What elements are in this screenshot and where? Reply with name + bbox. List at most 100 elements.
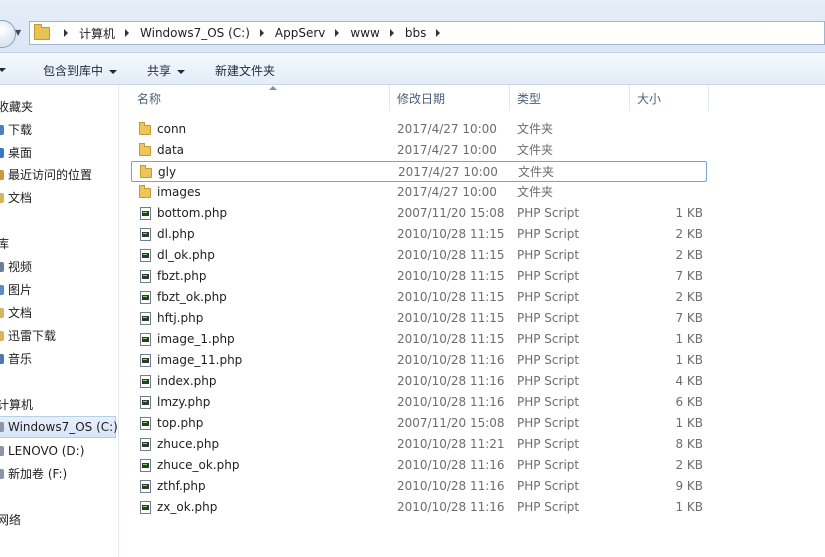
file-row[interactable]: zthf.php 2010/10/28 11:16 PHP Script 9 KB	[131, 476, 707, 497]
share-button[interactable]: 共享	[147, 62, 186, 79]
file-name: hftj.php	[157, 311, 204, 325]
nav-item-label: 最近访问的位置	[8, 168, 93, 182]
file-row[interactable]: data 2017/4/27 10:00 文件夹	[131, 140, 707, 161]
breadcrumb-drive[interactable]: Windows7_OS (C:)	[140, 26, 250, 40]
column-header-type-label: 类型	[517, 92, 542, 106]
back-button[interactable]	[0, 20, 16, 48]
file-type: PHP Script	[517, 395, 580, 409]
file-type: PHP Script	[517, 416, 580, 430]
file-row[interactable]: zhuce_ok.php 2010/10/28 11:16 PHP Script 2 …	[131, 455, 707, 476]
file-date-modified: 2017/4/27 10:00	[397, 185, 497, 199]
php-file-icon	[140, 249, 151, 262]
file-date-modified: 2017/4/27 10:00	[397, 122, 497, 136]
navigation-pane: 收藏夹 下载 桌面 最近访问的位置 文档 库 视频 图片 文档 迅雷下载 音乐 …	[0, 85, 119, 557]
new-folder-button[interactable]: 新建文件夹	[215, 62, 275, 79]
file-row[interactable]: lmzy.php 2010/10/28 11:16 PHP Script 6 KB	[131, 392, 707, 413]
chevron-right-icon[interactable]	[335, 29, 340, 37]
php-file-icon	[140, 396, 151, 409]
chevron-right-icon[interactable]	[259, 29, 264, 37]
file-date-modified: 2010/10/28 11:15	[397, 227, 505, 241]
column-header-name[interactable]: 名称	[131, 85, 390, 111]
file-type: PHP Script	[517, 458, 580, 472]
file-type: 文件夹	[517, 185, 554, 199]
php-file-icon	[140, 333, 151, 346]
organize-dropdown-icon[interactable]	[0, 62, 6, 76]
file-name: fbzt_ok.php	[157, 290, 227, 304]
nav-computer-label: 计算机	[0, 398, 34, 412]
column-header-size[interactable]: 大小	[631, 85, 709, 111]
file-date-modified: 2007/11/20 15:08	[397, 206, 505, 220]
breadcrumb: 计算机 Windows7_OS (C:) AppServ www bbs	[54, 22, 451, 44]
file-row[interactable]: dl.php 2010/10/28 11:15 PHP Script 2 KB	[131, 224, 707, 245]
file-size: 7 KB	[675, 269, 703, 283]
file-row[interactable]: fbzt_ok.php 2010/10/28 11:15 PHP Script 2 K…	[131, 287, 707, 308]
php-file-icon	[140, 354, 151, 367]
folder-icon	[34, 24, 50, 40]
column-header-date-label: 修改日期	[397, 92, 446, 106]
file-row[interactable]: zhuce.php 2010/10/28 11:21 PHP Script 8 KB	[131, 434, 707, 455]
new-folder-label: 新建文件夹	[215, 64, 276, 78]
file-date-modified: 2010/10/28 11:16	[397, 374, 505, 388]
file-row[interactable]: hftj.php 2010/10/28 11:15 PHP Script 7 KB	[131, 308, 707, 329]
chevron-right-icon[interactable]	[125, 29, 130, 37]
file-row[interactable]: images 2017/4/27 10:00 文件夹	[131, 182, 707, 203]
breadcrumb-www[interactable]: www	[350, 26, 379, 40]
file-size: 2 KB	[675, 458, 703, 472]
file-size: 1 KB	[675, 500, 703, 514]
chevron-down-icon	[177, 69, 186, 74]
chevron-right-icon[interactable]	[436, 29, 441, 37]
file-name: data	[157, 143, 185, 157]
file-name: zhuce.php	[157, 437, 220, 451]
file-date-modified: 2010/10/28 11:16	[397, 500, 505, 514]
file-name: dl.php	[157, 227, 195, 241]
file-name: lmzy.php	[157, 395, 211, 409]
column-header-date[interactable]: 修改日期	[391, 85, 510, 111]
breadcrumb-bbs[interactable]: bbs	[405, 26, 427, 40]
file-row[interactable]: gly 2017/4/27 10:00 文件夹	[131, 161, 707, 182]
file-type: PHP Script	[517, 206, 580, 220]
downloads-icon	[0, 125, 4, 135]
php-file-icon	[140, 228, 151, 241]
file-row[interactable]: image_1.php 2010/10/28 11:15 PHP Script 1 K…	[131, 329, 707, 350]
file-row[interactable]: index.php 2010/10/28 11:16 PHP Script 4 KB	[131, 371, 707, 392]
nav-item-label: 桌面	[8, 146, 33, 160]
documents-icon	[0, 308, 4, 318]
php-file-icon	[140, 375, 151, 388]
file-row[interactable]: top.php 2007/11/20 15:08 PHP Script 1 KB	[131, 413, 707, 434]
nav-item-label: 新加卷 (F:)	[8, 467, 68, 481]
videos-icon	[0, 262, 4, 272]
file-row[interactable]: image_11.php 2010/10/28 11:16 PHP Script 1 …	[131, 350, 707, 371]
file-name: images	[157, 185, 201, 199]
folder-icon	[139, 122, 151, 135]
chevron-right-icon[interactable]	[64, 29, 68, 37]
file-date-modified: 2010/10/28 11:16	[397, 353, 505, 367]
file-date-modified: 2010/10/28 11:15	[397, 269, 505, 283]
breadcrumb-computer[interactable]: 计算机	[79, 25, 115, 42]
file-date-modified: 2017/4/27 10:00	[397, 143, 497, 157]
file-type: PHP Script	[517, 500, 580, 514]
address-bar[interactable]: 计算机 Windows7_OS (C:) AppServ www bbs	[29, 21, 825, 45]
file-row[interactable]: bottom.php 2007/11/20 15:08 PHP Script 1 KB	[131, 203, 707, 224]
php-file-icon	[140, 270, 151, 283]
recent-pages-dropdown[interactable]: ▼	[15, 29, 25, 37]
file-size: 2 KB	[675, 227, 703, 241]
file-size: 8 KB	[675, 437, 703, 451]
file-date-modified: 2010/10/28 11:16	[397, 479, 505, 493]
chevron-down-icon	[109, 69, 118, 74]
breadcrumb-appserv[interactable]: AppServ	[275, 26, 325, 40]
folder-icon	[139, 185, 151, 198]
folder-icon	[0, 331, 4, 341]
php-file-icon	[140, 417, 151, 430]
file-type: PHP Script	[517, 353, 580, 367]
file-row[interactable]: fbzt.php 2010/10/28 11:15 PHP Script 7 KB	[131, 266, 707, 287]
file-row[interactable]: dl_ok.php 2010/10/28 11:15 PHP Script 2 KB	[131, 245, 707, 266]
file-name: bottom.php	[157, 206, 228, 220]
nav-item-label: 迅雷下载	[8, 329, 57, 343]
php-file-icon	[140, 501, 151, 514]
file-row[interactable]: conn 2017/4/27 10:00 文件夹	[131, 119, 707, 140]
file-type: PHP Script	[517, 290, 580, 304]
file-row[interactable]: zx_ok.php 2010/10/28 11:16 PHP Script 1 KB	[131, 497, 707, 518]
include-in-library-button[interactable]: 包含到库中	[43, 62, 118, 79]
chevron-right-icon[interactable]	[389, 29, 394, 37]
column-header-type[interactable]: 类型	[511, 85, 630, 111]
